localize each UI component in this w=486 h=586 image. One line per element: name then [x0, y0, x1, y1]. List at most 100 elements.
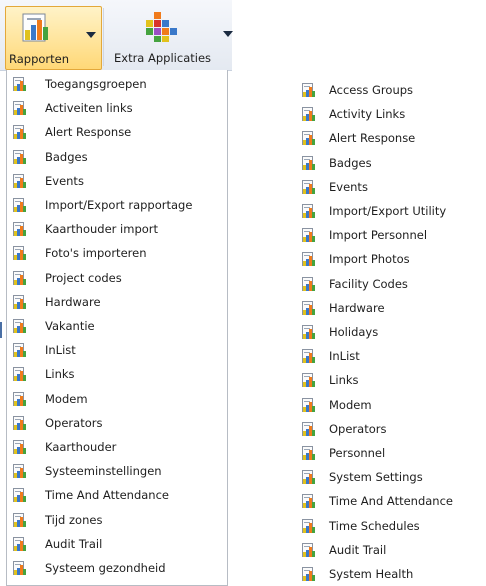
- menu-item[interactable]: Import Photos: [290, 247, 480, 271]
- menu-item[interactable]: Tijd zones: [7, 508, 227, 532]
- reports-button-label: Rapporten: [9, 52, 70, 66]
- report-icon: [13, 415, 29, 431]
- menu-item-label: Alert Response: [45, 125, 132, 140]
- menu-item[interactable]: Kaarthouder import: [7, 217, 227, 241]
- report-icon: [13, 100, 29, 116]
- menu-item[interactable]: Modem: [7, 387, 227, 411]
- window-edge-marker: [0, 322, 2, 338]
- menu-item[interactable]: Alert Response: [290, 126, 480, 150]
- report-icon: [302, 397, 318, 413]
- menu-item-label: Time Schedules: [329, 518, 420, 533]
- report-icon: [13, 560, 29, 576]
- report-icon: [13, 270, 29, 286]
- menu-item-label: Import/Export Utility: [329, 204, 447, 218]
- menu-item[interactable]: Import Personnel: [290, 223, 480, 247]
- menu-item[interactable]: Systeem gezondheid: [7, 556, 227, 580]
- menu-item[interactable]: InList: [290, 344, 480, 368]
- menu-item-label: Events: [329, 179, 368, 194]
- menu-item[interactable]: Vakantie: [7, 314, 227, 338]
- menu-item[interactable]: Import/Export Utility: [290, 199, 480, 223]
- menu-item-label: Vakantie: [45, 319, 95, 333]
- menu-item-label: Time And Attendance: [329, 494, 453, 509]
- menu-item-label: Time And Attendance: [45, 488, 169, 503]
- reports-button[interactable]: Rapporten: [5, 6, 102, 70]
- menu-item-label: Hardware: [329, 300, 385, 315]
- menu-item-label: Import Photos: [329, 252, 410, 267]
- menu-item[interactable]: Hardware: [290, 296, 480, 320]
- menu-item[interactable]: Audit Trail: [7, 532, 227, 556]
- report-icon: [13, 391, 29, 407]
- menu-item-label: Project codes: [45, 270, 122, 285]
- menu-item[interactable]: Operators: [7, 411, 227, 435]
- menu-item-label: System Settings: [329, 470, 423, 485]
- menu-item[interactable]: Hardware: [7, 290, 227, 314]
- menu-item[interactable]: Holidays: [290, 320, 480, 344]
- menu-item[interactable]: Facility Codes: [290, 272, 480, 296]
- report-icon: [302, 251, 318, 267]
- menu-item-label: Personnel: [329, 446, 386, 460]
- menu-item[interactable]: Alert Response: [7, 120, 227, 144]
- report-icon: [13, 342, 29, 358]
- menu-item[interactable]: Activity Links: [290, 102, 480, 126]
- report-icon: [302, 155, 318, 171]
- menu-item[interactable]: Toegangsgroepen: [7, 72, 227, 96]
- menu-item[interactable]: Time And Attendance: [290, 489, 480, 513]
- menu-item[interactable]: Project codes: [7, 266, 227, 290]
- menu-item[interactable]: Systeeminstellingen: [7, 459, 227, 483]
- menu-item-label: InList: [45, 343, 76, 358]
- menu-item[interactable]: Operators: [290, 417, 480, 441]
- menu-item-label: Badges: [45, 149, 88, 164]
- menu-item-label: Audit Trail: [329, 542, 387, 557]
- menu-item-label: Badges: [329, 155, 372, 170]
- menu-item-label: Audit Trail: [45, 536, 103, 551]
- menu-item-label: Links: [329, 373, 359, 388]
- report-icon: [13, 366, 29, 382]
- report-icon: [302, 445, 318, 461]
- reports-menu-english: Access Groups Activity Links Alert Respons…: [290, 78, 480, 584]
- menu-item-label: Operators: [45, 415, 103, 430]
- menu-item[interactable]: Badges: [290, 151, 480, 175]
- report-icon: [13, 149, 29, 165]
- menu-item-label: InList: [329, 349, 360, 364]
- report-icon: [302, 518, 318, 534]
- menu-item[interactable]: Badges: [7, 145, 227, 169]
- menu-item[interactable]: Links: [7, 362, 227, 386]
- menu-item[interactable]: Personnel: [290, 441, 480, 465]
- menu-item-label: Access Groups: [329, 83, 414, 97]
- menu-item[interactable]: System Health: [290, 562, 480, 586]
- menu-item-label: Modem: [45, 391, 88, 406]
- report-icon: [302, 82, 318, 98]
- menu-item[interactable]: Time And Attendance: [7, 483, 227, 507]
- menu-item-label: Holidays: [329, 325, 379, 339]
- menu-item-label: Kaarthouder import: [45, 222, 159, 237]
- menu-item[interactable]: Activeiten links: [7, 96, 227, 120]
- report-icon: [13, 463, 29, 479]
- menu-item[interactable]: InList: [7, 338, 227, 362]
- report-icon: [302, 421, 318, 437]
- ribbon-toolbar: Rapporten Extra Applicaties: [0, 0, 233, 71]
- menu-item-label: Tijd zones: [45, 512, 103, 527]
- report-icon: [302, 130, 318, 146]
- menu-item[interactable]: Links: [290, 368, 480, 392]
- menu-item[interactable]: Foto's importeren: [7, 241, 227, 265]
- menu-item[interactable]: System Settings: [290, 465, 480, 489]
- report-icon: [13, 487, 29, 503]
- report-icon: [302, 227, 318, 243]
- menu-item[interactable]: Events: [290, 175, 480, 199]
- menu-item-label: Links: [45, 367, 75, 382]
- extra-applications-button[interactable]: Extra Applicaties: [106, 6, 233, 68]
- menu-item[interactable]: Kaarthouder: [7, 435, 227, 459]
- menu-item[interactable]: Events: [7, 169, 227, 193]
- chevron-down-icon: [223, 31, 233, 37]
- reports-icon: [22, 13, 48, 42]
- chevron-down-icon: [86, 32, 96, 38]
- menu-item-label: Import/Export rapportage: [45, 198, 193, 212]
- menu-item[interactable]: Modem: [290, 393, 480, 417]
- report-icon: [302, 179, 318, 195]
- menu-item[interactable]: Access Groups: [290, 78, 480, 102]
- menu-item[interactable]: Import/Export rapportage: [7, 193, 227, 217]
- menu-item[interactable]: Audit Trail: [290, 538, 480, 562]
- menu-item[interactable]: Time Schedules: [290, 514, 480, 538]
- report-icon: [13, 294, 29, 310]
- extra-applications-button-label: Extra Applicaties: [114, 51, 212, 65]
